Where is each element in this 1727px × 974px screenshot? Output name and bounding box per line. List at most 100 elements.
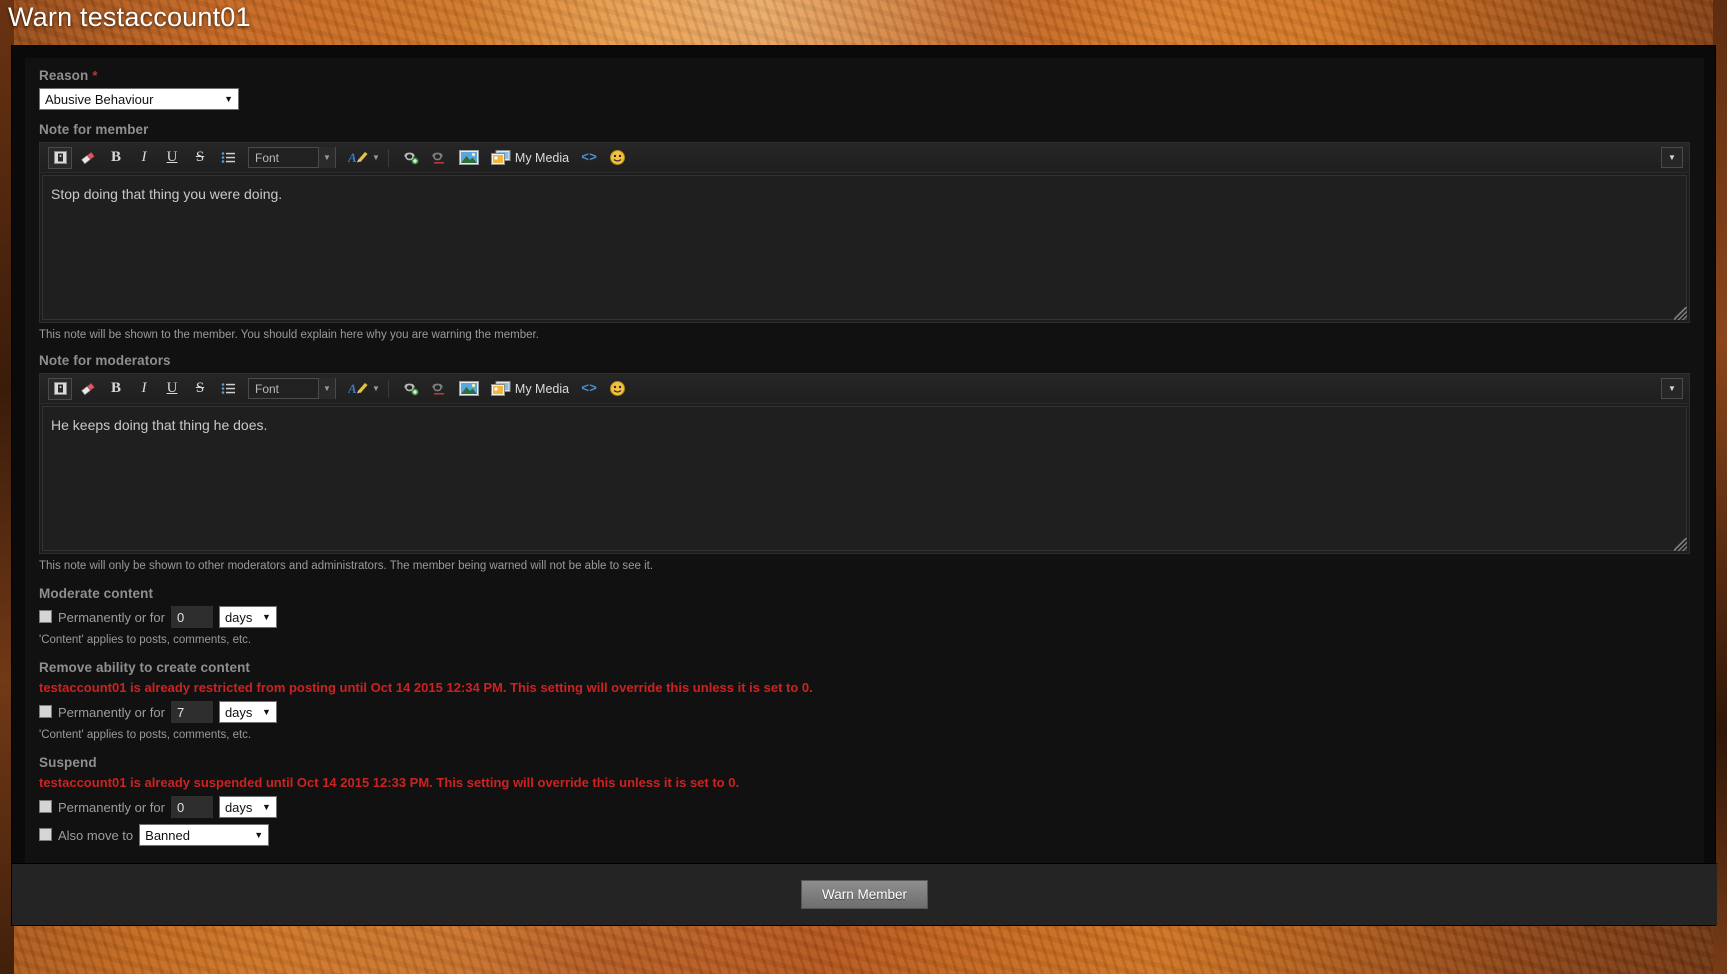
- toolbar-divider: [387, 148, 389, 167]
- font-family-select[interactable]: Font ▼: [248, 378, 336, 399]
- note-member-help: This note will be shown to the member. Y…: [39, 329, 539, 341]
- form-footer: Warn Member: [12, 863, 1717, 925]
- svg-text:A: A: [348, 150, 357, 165]
- remove-ability-label: Remove ability to create content: [39, 660, 251, 675]
- suspend-permanent-checkbox[interactable]: [39, 799, 52, 813]
- suspend-move-group-select[interactable]: Banned: [139, 824, 270, 846]
- underline-icon[interactable]: U: [160, 147, 184, 169]
- bold-icon[interactable]: B: [104, 378, 128, 400]
- remove-ability-checkbox-label: Permanently or for: [58, 704, 165, 720]
- remove-ability-unit-wrap: days ▼: [218, 701, 277, 723]
- suspend-unit-wrap: days ▼: [218, 796, 277, 818]
- suspend-amount-input[interactable]: [170, 796, 213, 818]
- remove-ability-help: 'Content' applies to posts, comments, et…: [39, 729, 252, 741]
- bullet-list-icon[interactable]: [216, 378, 240, 400]
- page-title: Warn testaccount01: [8, 2, 251, 32]
- bold-icon[interactable]: B: [104, 147, 128, 169]
- moderate-content-checkbox-label: Permanently or for: [58, 609, 165, 625]
- note-moderators-text: He keeps doing that thing he does.: [51, 417, 268, 433]
- moderate-content-help: 'Content' applies to posts, comments, et…: [39, 634, 252, 646]
- remove-ability-permanent-checkbox[interactable]: [39, 704, 52, 718]
- strikethrough-icon[interactable]: S: [188, 378, 212, 400]
- suspend-unit-select[interactable]: days: [218, 796, 277, 818]
- suspend-move-checkbox[interactable]: [39, 827, 52, 841]
- note-member-input[interactable]: Stop doing that thing you were doing.: [42, 175, 1687, 320]
- reason-select[interactable]: Abusive Behaviour: [39, 88, 239, 110]
- text-color-caret-icon[interactable]: ▼: [372, 384, 380, 393]
- insert-link-icon[interactable]: [399, 378, 423, 400]
- eraser-icon[interactable]: [76, 147, 100, 169]
- font-family-select[interactable]: Font ▼: [248, 147, 336, 168]
- bullet-list-icon[interactable]: [216, 147, 240, 169]
- chevron-down-icon: ▼: [318, 378, 335, 399]
- warn-member-panel: Reason * Abusive Behaviour ▼ Note for mem…: [11, 45, 1717, 926]
- strikethrough-icon[interactable]: S: [188, 147, 212, 169]
- remove-ability-amount-input[interactable]: [170, 701, 213, 723]
- moderate-content-amount-input[interactable]: [170, 606, 213, 628]
- suspend-move-group-wrap: Banned ▼: [139, 824, 270, 846]
- italic-icon[interactable]: I: [132, 378, 156, 400]
- moderate-content-row: Permanently or for days ▼: [39, 606, 1690, 628]
- moderate-content-permanent-checkbox[interactable]: [39, 609, 52, 623]
- note-moderators-toolbar: B I U S Font ▼ A ▼ My Media <> ▼: [40, 374, 1689, 404]
- source-preview-icon[interactable]: [48, 377, 72, 400]
- note-member-label: Note for member: [39, 122, 149, 137]
- reason-label-text: Reason: [39, 68, 89, 83]
- note-moderators-editor: B I U S Font ▼ A ▼ My Media <> ▼ He keep…: [39, 373, 1690, 554]
- moderate-content-label: Moderate content: [39, 586, 154, 601]
- suspend-row: Permanently or for days ▼: [39, 796, 1690, 818]
- my-media-icon: [490, 150, 511, 165]
- insert-link-icon[interactable]: [399, 147, 423, 169]
- suspend-checkbox-label: Permanently or for: [58, 799, 165, 815]
- insert-code-label: <>: [581, 381, 597, 396]
- toolbar-collapse-icon[interactable]: ▼: [1661, 378, 1683, 399]
- font-family-label: Font: [255, 381, 280, 396]
- remove-link-icon[interactable]: [427, 378, 451, 400]
- remove-ability-notice: testaccount01 is already restricted from…: [39, 680, 813, 695]
- insert-image-icon[interactable]: [455, 147, 483, 169]
- moderate-content-unit-select[interactable]: days: [218, 606, 277, 628]
- note-moderators-label: Note for moderators: [39, 353, 171, 368]
- required-marker: *: [92, 68, 98, 83]
- text-color-icon[interactable]: A: [344, 378, 374, 400]
- my-media-label: My Media: [514, 150, 570, 165]
- insert-code-icon[interactable]: <>: [577, 378, 601, 400]
- emoticon-icon[interactable]: [605, 378, 629, 400]
- warn-member-submit-button[interactable]: Warn Member: [800, 880, 928, 909]
- source-preview-icon[interactable]: [48, 146, 72, 169]
- svg-text:A: A: [348, 381, 357, 396]
- note-moderators-input[interactable]: He keeps doing that thing he does.: [42, 406, 1687, 551]
- suspend-move-label: Also move to: [58, 827, 134, 843]
- suspend-move-row: Also move to Banned ▼: [39, 824, 1690, 846]
- insert-image-icon[interactable]: [455, 378, 483, 400]
- italic-icon[interactable]: I: [132, 147, 156, 169]
- note-member-toolbar: B I U S Font ▼ A ▼ My Media <> ▼: [40, 143, 1689, 173]
- note-member-resize-handle[interactable]: [1674, 307, 1687, 320]
- toolbar-collapse-icon[interactable]: ▼: [1661, 147, 1683, 168]
- font-family-label: Font: [255, 150, 280, 165]
- reason-label: Reason *: [39, 68, 1690, 83]
- my-media-icon: [490, 381, 511, 396]
- remove-link-icon[interactable]: [427, 147, 451, 169]
- my-media-button[interactable]: My Media: [487, 378, 573, 400]
- toolbar-divider: [387, 379, 389, 398]
- text-color-icon[interactable]: A: [344, 147, 374, 169]
- insert-code-label: <>: [581, 150, 597, 165]
- moderate-content-unit-wrap: days ▼: [218, 606, 277, 628]
- my-media-label: My Media: [514, 381, 570, 396]
- suspend-notice: testaccount01 is already suspended until…: [39, 775, 740, 790]
- remove-ability-row: Permanently or for days ▼: [39, 701, 1690, 723]
- chevron-down-icon: ▼: [318, 147, 335, 168]
- remove-ability-unit-select[interactable]: days: [218, 701, 277, 723]
- note-moderators-resize-handle[interactable]: [1674, 538, 1687, 551]
- note-moderators-help: This note will only be shown to other mo…: [39, 560, 654, 572]
- text-color-caret-icon[interactable]: ▼: [372, 153, 380, 162]
- eraser-icon[interactable]: [76, 378, 100, 400]
- warn-member-form: Reason * Abusive Behaviour ▼ Note for mem…: [25, 58, 1704, 908]
- reason-select-wrap: Abusive Behaviour ▼: [39, 88, 239, 110]
- my-media-button[interactable]: My Media: [487, 147, 573, 169]
- insert-code-icon[interactable]: <>: [577, 147, 601, 169]
- emoticon-icon[interactable]: [605, 147, 629, 169]
- note-member-text: Stop doing that thing you were doing.: [51, 186, 283, 202]
- underline-icon[interactable]: U: [160, 378, 184, 400]
